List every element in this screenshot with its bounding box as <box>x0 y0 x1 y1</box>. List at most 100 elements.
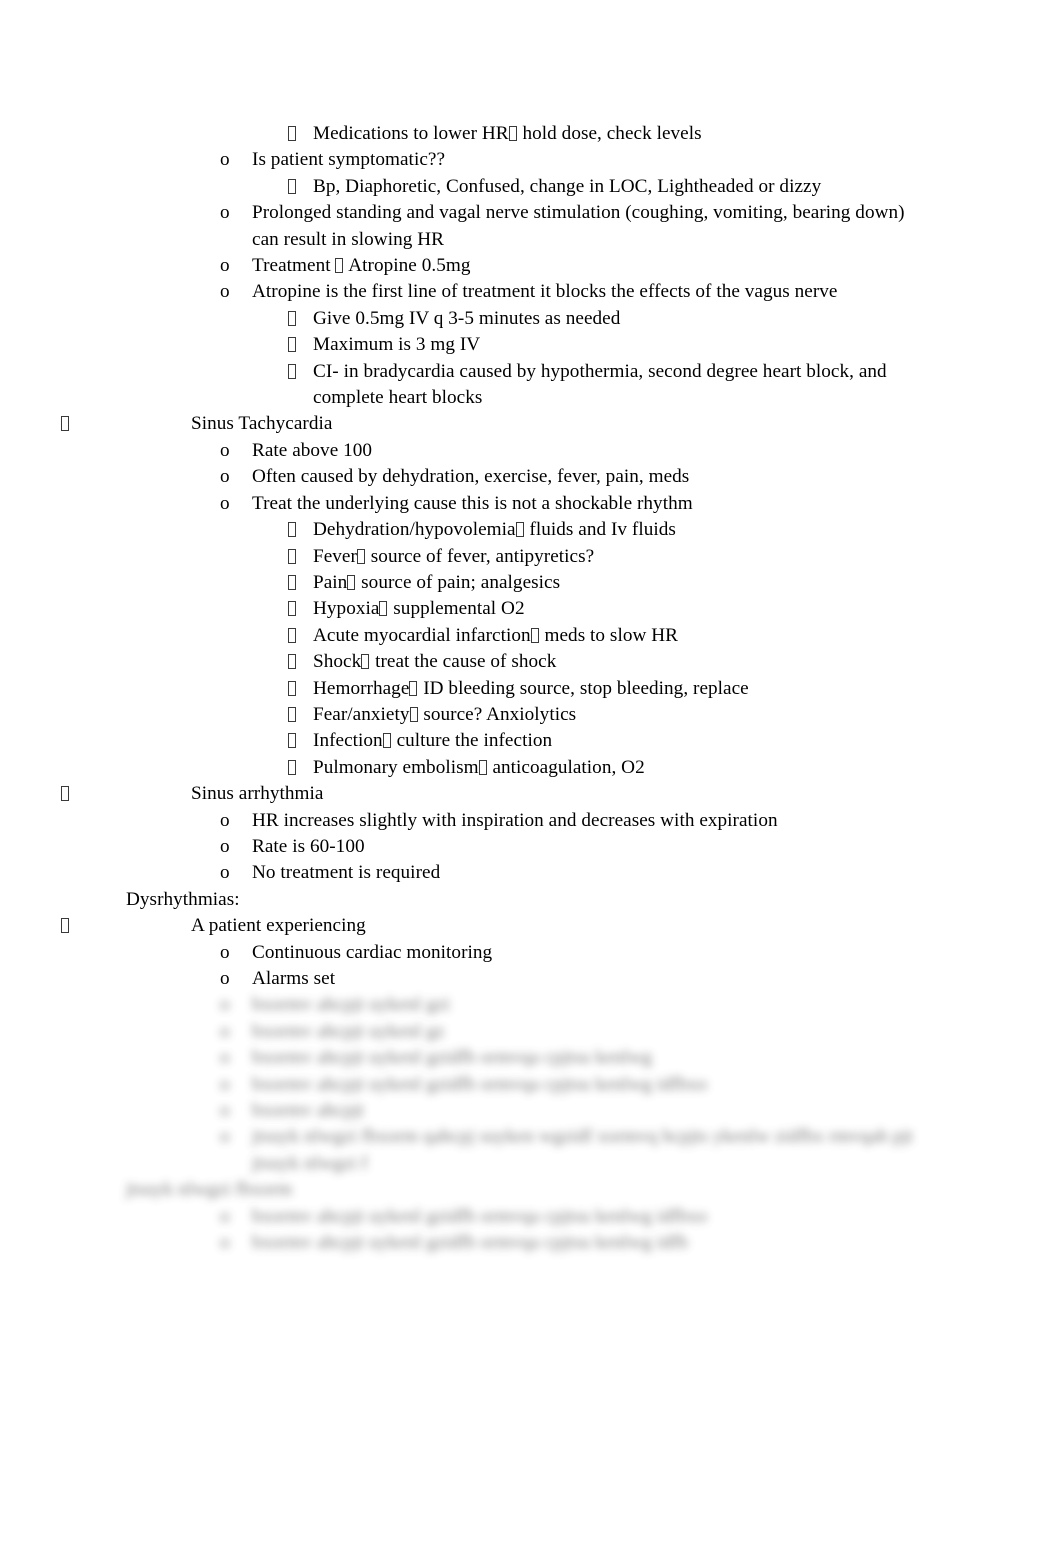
list-item: Pulmonary embolism anticoagulation, O2 <box>126 755 936 781</box>
list-item: Fever source of fever, antipyretics? <box>126 544 936 570</box>
list-bullet-tofu-icon <box>126 623 313 649</box>
tofu-box-icon <box>288 654 296 670</box>
list-item-text: Atropine 0.5mg <box>344 255 471 277</box>
list-bullet-o-glyph: o <box>220 466 230 488</box>
list-item-text: Rate above 100 <box>252 439 373 461</box>
list-bullet-o-glyph: o <box>220 809 230 831</box>
list-item: o Rate is 60-100 <box>126 834 936 860</box>
list-bullet-o-glyph: o <box>220 1205 230 1227</box>
list-bullet-o: o <box>126 200 252 226</box>
list-item: Shock treat the cause of shock <box>126 649 936 675</box>
redacted-list-item: o bxormv ahcpjt uykenl gz <box>126 1019 936 1045</box>
list-item: A patient experiencing <box>61 913 936 939</box>
list-bullet-o-glyph: o <box>220 1126 230 1148</box>
list-bullet-tofu-icon <box>126 306 313 332</box>
list-item: Medications to lower HR hold dose, check… <box>126 121 936 147</box>
list-item-text: Hypoxia <box>313 598 380 620</box>
tofu-box-icon <box>288 337 296 353</box>
list-bullet-o-glyph: o <box>220 968 230 989</box>
list-item-text: Bp, Diaphoretic, Confused, change in LOC… <box>313 175 822 197</box>
list-item-text: Treat the underlying cause this is not a… <box>252 492 693 514</box>
list-bullet-o-glyph: o <box>220 1073 230 1095</box>
tofu-box-icon <box>508 126 517 141</box>
tofu-box-icon <box>288 178 296 194</box>
list-bullet-o: o <box>126 491 252 517</box>
list-bullet-o: o <box>126 1204 252 1230</box>
list-bullet-o-glyph: o <box>220 439 230 461</box>
redacted-text: jtsuyk nlwgzi fbxorm qahcpj suyken wgzid… <box>252 1126 914 1148</box>
redacted-text: bxormv ahcpjt <box>252 1100 365 1122</box>
list-item-text: anticoagulation, O2 <box>487 756 645 778</box>
list-item: o Prolonged standing and vagal nerve stim… <box>126 200 936 253</box>
tofu-box-icon <box>379 601 388 617</box>
list-item-text: source? Anxiolytics <box>418 703 577 725</box>
list-bullet-o-glyph: o <box>220 281 230 303</box>
list-item-text: meds to slow HR <box>539 624 678 646</box>
list-bullet-o-glyph: o <box>220 941 230 963</box>
list-item-text: Sinus Tachycardia <box>191 413 333 435</box>
list-bullet-o: o <box>126 1230 252 1256</box>
redacted-list-item: o jtsuyk nlwgzi fbxorm qahcpj suyken wgzi… <box>126 1124 936 1150</box>
document-body: Medications to lower HR hold dose, check… <box>61 121 936 1256</box>
list-bullet-o: o <box>126 860 252 886</box>
tofu-box-icon <box>288 733 296 749</box>
list-item-text: Medications to lower HR <box>313 123 509 144</box>
tofu-box-icon <box>409 706 418 722</box>
list-item-text: Hemorrhage <box>313 677 410 699</box>
list-bullet-tofu-icon <box>126 676 313 702</box>
list-item-text: Maximum is 3 mg IV <box>313 334 481 356</box>
list-item: o HR increases slightly with inspiration … <box>126 808 936 834</box>
tofu-box-icon <box>347 574 356 590</box>
list-item-text: Treatment <box>252 255 336 277</box>
list-bullet-o-glyph: o <box>220 492 230 514</box>
list-item: Fear/anxiety source? Anxiolytics <box>126 702 936 728</box>
list-bullet-o-glyph: o <box>220 255 230 277</box>
redacted-list-item: o bxormv ahcpjt uykenl gzidfb ormvqa cpjt… <box>126 1204 936 1230</box>
tofu-box-icon <box>409 680 418 696</box>
redacted-list-item: o bxormv ahcpjt uykenl gzidfb ormvqa cpjt… <box>126 1072 936 1098</box>
list-bullet-o: o <box>126 253 252 279</box>
list-item-text: Alarms set <box>252 968 336 989</box>
list-bullet-tofu-icon <box>126 544 313 570</box>
list-bullet-tofu-icon <box>126 517 313 543</box>
list-item: o Often caused by dehydration, exercise, … <box>126 464 936 490</box>
list-item: Hemorrhage ID bleeding source, stop blee… <box>126 676 936 702</box>
list-item: Dehydration/hypovolemia fluids and Iv fl… <box>126 517 936 543</box>
list-bullet-tofu-icon <box>126 332 313 358</box>
list-bullet-o: o <box>126 808 252 834</box>
list-item-text: Often caused by dehydration, exercise, f… <box>252 466 690 488</box>
list-item: Maximum is 3 mg IV <box>126 332 936 358</box>
list-bullet-o: o <box>126 1098 252 1124</box>
list-bullet-o: o <box>126 940 252 966</box>
list-bullet-o-glyph: o <box>220 1047 230 1069</box>
list-bullet-o-glyph: o <box>220 1232 230 1254</box>
list-item-text: hold dose, check levels <box>517 123 702 144</box>
tofu-box-icon <box>288 627 296 643</box>
list-bullet-o: o <box>126 1124 252 1150</box>
tofu-box-icon <box>61 416 69 432</box>
list-item-text: Rate is 60-100 <box>252 835 365 857</box>
list-bullet-o: o <box>126 966 252 992</box>
tofu-box-icon <box>288 363 296 379</box>
list-item-text: treat the cause of shock <box>370 651 557 673</box>
list-item: Pain source of pain; analgesics <box>126 570 936 596</box>
list-bullet-o-glyph: o <box>220 149 230 171</box>
list-item: Bp, Diaphoretic, Confused, change in LOC… <box>126 174 936 200</box>
list-item-text: Fear/anxiety <box>313 703 410 725</box>
list-bullet-o-glyph: o <box>220 1100 230 1122</box>
redacted-text: jtsuyk nlwgzi f <box>252 1152 368 1174</box>
list-bullet-tofu-icon <box>126 755 313 781</box>
tofu-box-icon <box>288 548 296 564</box>
list-item-text: Shock <box>313 651 362 673</box>
redacted-text: bxormv ahcpjt uykenl gzidfb ormvqa cpjts… <box>252 1047 652 1069</box>
tofu-box-icon <box>288 759 296 775</box>
list-item: o No treatment is required <box>126 860 936 886</box>
list-item: Hypoxia supplemental O2 <box>126 596 936 622</box>
list-item: Dysrhythmias: <box>126 887 936 913</box>
tofu-box-icon <box>61 786 69 802</box>
list-item-text: Acute myocardial infarction <box>313 624 531 646</box>
redacted-text: bxormv ahcpjt uykenl gzidfb ormvqa cpjts… <box>252 1232 688 1254</box>
list-item-text: Atropine is the first line of treatment … <box>252 281 838 303</box>
list-item-text: Prolonged standing and vagal nerve stimu… <box>252 202 905 250</box>
list-item: o Atropine is the first line of treatment… <box>126 279 936 305</box>
